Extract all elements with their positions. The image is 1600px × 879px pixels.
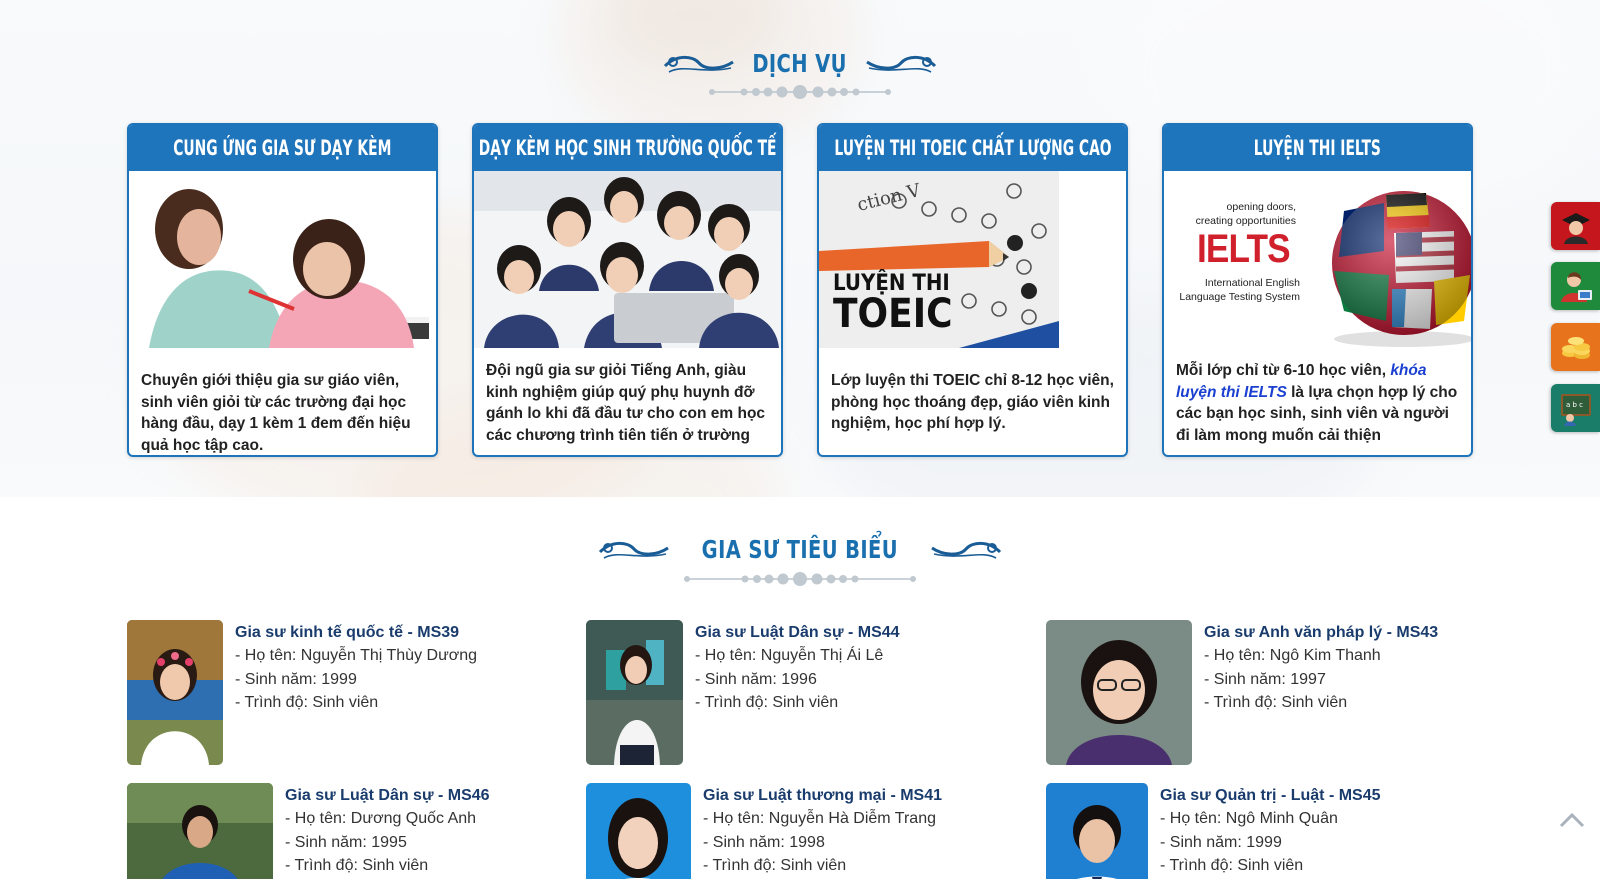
tutor-info: Gia sư Luật Dân sự - MS44 - Họ tên: Nguy… — [683, 620, 900, 765]
tutor-photo[interactable] — [1046, 620, 1192, 765]
tutor-info: Gia sư Luật Dân sự - MS46 - Họ tên: Dươn… — [273, 783, 490, 879]
tutor-fullname: - Họ tên: Nguyễn Hà Diễm Trang — [703, 810, 936, 827]
card-description: Lớp luyện thi TOEIC chỉ 8-12 học viên, p… — [831, 372, 1114, 432]
tutors-divider — [0, 569, 1600, 589]
left-flourish-icon — [664, 55, 735, 73]
service-card-international-school[interactable]: DẠY KÈM HỌC SINH TRƯỜNG QUỐC TẾ Đội ngũ … — [472, 123, 783, 457]
coins-float-button[interactable] — [1551, 323, 1600, 371]
service-cards: CUNG ỨNG GIA SƯ DẠY KÈM Chuyên giới thiệ… — [127, 123, 1473, 457]
right-flourish-icon — [930, 541, 1001, 559]
right-flourish-icon — [865, 55, 936, 73]
graduate-icon — [1561, 213, 1590, 244]
ielts-subtitle-2: Language Testing System — [1179, 291, 1300, 303]
tutor-photo[interactable] — [1046, 783, 1148, 879]
tutor-photo[interactable] — [127, 783, 273, 879]
card-image-ielts[interactable]: opening doors, creating opportunities IE… — [1164, 171, 1471, 348]
tutor-card[interactable]: Gia sư Luật Dân sự - MS44 - Họ tên: Nguy… — [586, 620, 900, 765]
tutor-fullname: - Họ tên: Nguyễn Thị Ái Lê — [695, 647, 884, 664]
tutor-level: - Trình độ: Sinh viên — [235, 694, 379, 711]
tutor-info: Gia sư Quản trị - Luật - MS45 - Họ tên: … — [1148, 783, 1381, 879]
tutor-icon — [1560, 272, 1592, 302]
graduate-float-button[interactable] — [1551, 202, 1600, 250]
tutor-birth-year: - Sinh năm: 1999 — [1160, 833, 1282, 851]
blackboard-icon: a b c — [1560, 394, 1591, 426]
tutor-info: Gia sư Luật thương mại - MS41 - Họ tên: … — [691, 783, 942, 879]
card-title-bar[interactable]: DẠY KÈM HỌC SINH TRƯỜNG QUỐC TẾ — [474, 125, 781, 171]
featured-tutors-section: GIA SƯ TIÊU BIỂU Gia sư kinh tế quốc tế … — [0, 497, 1600, 879]
tutor-birth-year: - Sinh năm: 1997 — [1204, 670, 1326, 688]
card-image-tutoring[interactable] — [129, 171, 436, 348]
card-image-students[interactable] — [474, 171, 781, 348]
card-description-start: Mỗi lớp chỉ từ 6-10 học viên, — [1176, 362, 1391, 379]
tutor-fullname: - Họ tên: Dương Quốc Anh — [285, 810, 477, 827]
tutor-birth-year: - Sinh năm: 1996 — [695, 670, 817, 688]
card-title-bar[interactable]: LUYỆN THI TOEIC CHẤT LƯỢNG CAO — [819, 125, 1126, 171]
tutor-card[interactable]: Gia sư kinh tế quốc tế - MS39 - Họ tên: … — [127, 620, 477, 765]
card-title[interactable]: DẠY KÈM HỌC SINH TRƯỜNG QUỐC TẾ — [479, 136, 777, 160]
ielts-subtitle-1: International English — [1204, 277, 1300, 289]
services-title: DỊCH VỤ — [752, 48, 848, 78]
tutor-float-button[interactable] — [1551, 262, 1600, 310]
blackboard-float-button[interactable]: a b c — [1551, 384, 1600, 432]
card-title[interactable]: CUNG ỨNG GIA SƯ DẠY KÈM — [173, 136, 391, 160]
tutor-photo[interactable] — [586, 620, 683, 765]
tutor-card[interactable]: Gia sư Quản trị - Luật - MS45 - Họ tên: … — [1046, 783, 1381, 879]
card-title[interactable]: LUYỆN THI TOEIC CHẤT LƯỢNG CAO — [834, 136, 1111, 160]
tutors-title: GIA SƯ TIÊU BIỂU — [701, 534, 899, 564]
tutor-level: - Trình độ: Sinh viên — [703, 857, 847, 874]
ielts-tagline-2: creating opportunities — [1195, 215, 1296, 227]
tutor-level: - Trình độ: Sinh viên — [1160, 857, 1304, 874]
card-description: Chuyên giới thiệu gia sư giáo viên, sinh… — [141, 372, 411, 453]
tutor-name-link[interactable]: Gia sư Anh văn pháp lý - MS43 — [1204, 622, 1438, 644]
services-section: DỊCH VỤ CUNG ỨNG GIA SƯ DẠY KÈM Chuyên g… — [0, 0, 1600, 497]
card-title-bar[interactable]: LUYỆN THI IELTS — [1164, 125, 1471, 171]
tutor-name-link[interactable]: Gia sư Luật thương mại - MS41 — [703, 785, 942, 807]
service-card-ielts[interactable]: LUYỆN THI IELTS opening doors, creating … — [1162, 123, 1473, 457]
tutor-fullname: - Họ tên: Ngô Minh Quân — [1160, 810, 1338, 827]
card-description: Đội ngũ gia sư giỏi Tiếng Anh, giàu kinh… — [486, 362, 766, 444]
coins-icon — [1561, 337, 1590, 359]
card-title-bar[interactable]: CUNG ỨNG GIA SƯ DẠY KÈM — [129, 125, 436, 171]
tutor-name-link[interactable]: Gia sư kinh tế quốc tế - MS39 — [235, 622, 477, 644]
tutor-name-link[interactable]: Gia sư Luật Dân sự - MS46 — [285, 785, 490, 807]
tutor-level: - Trình độ: Sinh viên — [695, 694, 839, 711]
service-card-toeic[interactable]: LUYỆN THI TOEIC CHẤT LƯỢNG CAO ction V L… — [817, 123, 1128, 457]
tutor-photo[interactable] — [127, 620, 223, 765]
tutor-card[interactable]: Gia sư Anh văn pháp lý - MS43 - Họ tên: … — [1046, 620, 1438, 765]
services-divider — [0, 82, 1600, 102]
tutor-birth-year: - Sinh năm: 1999 — [235, 670, 357, 688]
tutor-level: - Trình độ: Sinh viên — [285, 857, 429, 874]
toeic-caption-line2: TOEIC — [833, 291, 953, 337]
tutor-fullname: - Họ tên: Nguyễn Thị Thùy Dương — [235, 647, 478, 664]
ielts-tagline-1: opening doors, — [1226, 201, 1296, 213]
ielts-logo: IELTS — [1197, 227, 1291, 271]
card-image-toeic[interactable]: ction V LUYỆN THI TOEIC — [819, 171, 1126, 348]
card-title[interactable]: LUYỆN THI IELTS — [1254, 136, 1381, 160]
svg-text:a b c: a b c — [1566, 401, 1583, 409]
tutor-birth-year: - Sinh năm: 1995 — [285, 833, 407, 851]
tutor-fullname: - Họ tên: Ngô Kim Thanh — [1204, 647, 1381, 664]
tutor-photo[interactable] — [586, 783, 691, 879]
tutor-card[interactable]: Gia sư Luật thương mại - MS41 - Họ tên: … — [586, 783, 942, 879]
tutor-card[interactable]: Gia sư Luật Dân sự - MS46 - Họ tên: Dươn… — [127, 783, 490, 879]
tutor-info: Gia sư kinh tế quốc tế - MS39 - Họ tên: … — [223, 620, 477, 765]
service-card-tutor-supply[interactable]: CUNG ỨNG GIA SƯ DẠY KÈM Chuyên giới thiệ… — [127, 123, 438, 457]
page: DỊCH VỤ CUNG ỨNG GIA SƯ DẠY KÈM Chuyên g… — [0, 0, 1600, 879]
tutor-birth-year: - Sinh năm: 1998 — [703, 833, 825, 851]
tutor-info: Gia sư Anh văn pháp lý - MS43 - Họ tên: … — [1192, 620, 1438, 765]
tutor-name-link[interactable]: Gia sư Quản trị - Luật - MS45 — [1160, 785, 1381, 807]
left-flourish-icon — [599, 541, 670, 559]
tutor-level: - Trình độ: Sinh viên — [1204, 694, 1348, 711]
card-description: Mỗi lớp chỉ từ 6-10 học viên, khóa luyện… — [1164, 348, 1471, 453]
scroll-to-top-icon[interactable] — [1558, 808, 1586, 832]
tutor-name-link[interactable]: Gia sư Luật Dân sự - MS44 — [695, 622, 900, 644]
